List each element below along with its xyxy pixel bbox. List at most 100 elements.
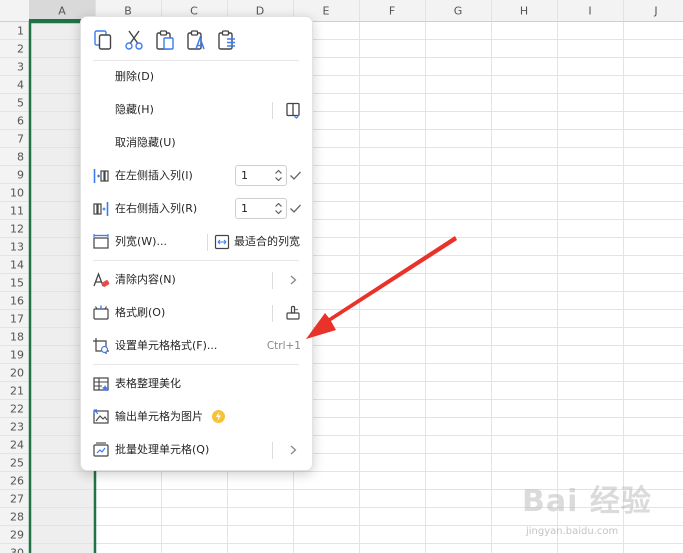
row-header[interactable]: 18 bbox=[10, 331, 24, 344]
export-image-label: 输出单元格为图片 bbox=[115, 410, 203, 423]
row-header[interactable]: 10 bbox=[10, 187, 24, 200]
menu-separator bbox=[93, 364, 299, 365]
column-header-h[interactable]: H bbox=[520, 5, 528, 18]
row-header[interactable]: 30 bbox=[10, 547, 24, 553]
row-header[interactable]: 14 bbox=[10, 259, 24, 272]
insert-right-count[interactable]: 1 bbox=[241, 199, 248, 218]
row-header[interactable]: 5 bbox=[17, 97, 24, 110]
autofit-width-label: 最适合的列宽 bbox=[234, 235, 300, 248]
column-width-menu-item[interactable]: 列宽(W)... 最适合的列宽 bbox=[81, 227, 314, 257]
batch-process-label: 批量处理单元格(Q) bbox=[115, 443, 210, 456]
menu-divider bbox=[272, 272, 273, 289]
format-painter-label: 格式刷(O) bbox=[115, 306, 166, 319]
format-cells-icon bbox=[92, 337, 110, 355]
row-header[interactable]: 29 bbox=[10, 529, 24, 542]
clear-content-menu-item[interactable]: 清除内容(N) bbox=[81, 265, 314, 295]
row-header[interactable]: 16 bbox=[10, 295, 24, 308]
insert-left-label: 在左侧插入列(I) bbox=[115, 169, 193, 182]
row-header[interactable]: 1 bbox=[17, 25, 24, 38]
format-cells-menu-item[interactable]: 设置单元格格式(F)... Ctrl+1 bbox=[81, 331, 314, 361]
context-menu: 删除(D) 隐藏(H) 取消隐藏(U) 在左侧插入列(I) 1 在右侧插入列(R… bbox=[80, 16, 313, 471]
row-header[interactable]: 25 bbox=[10, 457, 24, 470]
lightning-badge-icon bbox=[212, 410, 225, 423]
baidu-jingyan-watermark: Bai 经验 jingyan.baidu.com bbox=[522, 470, 672, 550]
insert-right-label: 在右侧插入列(R) bbox=[115, 202, 198, 215]
insert-left-count-stepper[interactable]: 1 bbox=[235, 165, 287, 186]
row-header[interactable]: 27 bbox=[10, 493, 24, 506]
export-image-menu-item[interactable]: 输出单元格为图片 bbox=[81, 402, 314, 432]
table-beautify-menu-item[interactable]: 表格整理美化 bbox=[81, 369, 314, 399]
unhide-menu-item[interactable]: 取消隐藏(U) bbox=[81, 128, 314, 158]
menu-divider bbox=[207, 234, 208, 251]
row-header[interactable]: 8 bbox=[17, 151, 24, 164]
row-header[interactable]: 23 bbox=[10, 421, 24, 434]
freeze-icon[interactable] bbox=[284, 101, 302, 119]
paste-text-icon[interactable] bbox=[185, 29, 207, 51]
clear-content-icon bbox=[92, 271, 110, 289]
row-header[interactable]: 13 bbox=[10, 241, 24, 254]
menu-separator bbox=[93, 60, 299, 61]
copy-icon[interactable] bbox=[92, 29, 114, 51]
confirm-check-icon[interactable] bbox=[289, 169, 302, 182]
format-cells-label: 设置单元格格式(F)... bbox=[115, 339, 218, 352]
format-painter-menu-item[interactable]: 格式刷(O) bbox=[81, 298, 314, 328]
spin-arrows-icon[interactable] bbox=[274, 201, 283, 216]
insert-right-count-stepper[interactable]: 1 bbox=[235, 198, 287, 219]
autofit-column-width-button[interactable]: 最适合的列宽 bbox=[207, 227, 307, 257]
confirm-check-icon[interactable] bbox=[289, 202, 302, 215]
unhide-label: 取消隐藏(U) bbox=[115, 136, 176, 149]
row-header[interactable]: 26 bbox=[10, 475, 24, 488]
table-beautify-label: 表格整理美化 bbox=[115, 377, 181, 390]
insert-column-right-icon bbox=[92, 200, 110, 218]
batch-process-menu-item[interactable]: 批量处理单元格(Q) bbox=[81, 435, 314, 465]
column-header-a[interactable]: A bbox=[58, 5, 66, 18]
menu-divider bbox=[272, 305, 273, 322]
row-header[interactable]: 22 bbox=[10, 403, 24, 416]
hide-label: 隐藏(H) bbox=[115, 103, 154, 116]
menu-divider bbox=[272, 442, 273, 459]
row-header[interactable]: 12 bbox=[10, 223, 24, 236]
row-header[interactable]: 19 bbox=[10, 349, 24, 362]
row-header[interactable]: 2 bbox=[17, 43, 24, 56]
row-header[interactable]: 15 bbox=[10, 277, 24, 290]
insert-column-left-icon bbox=[92, 167, 110, 185]
autofit-width-icon bbox=[213, 233, 231, 251]
cut-icon[interactable] bbox=[123, 29, 145, 51]
format-painter-icon bbox=[92, 304, 110, 322]
row-header[interactable]: 17 bbox=[10, 313, 24, 326]
table-beautify-icon bbox=[92, 375, 110, 393]
insert-right-menu-item[interactable]: 在右侧插入列(R) 1 bbox=[81, 194, 314, 224]
row-header[interactable]: 4 bbox=[17, 79, 24, 92]
column-header-e[interactable]: E bbox=[323, 5, 330, 18]
menu-divider bbox=[272, 102, 273, 119]
insert-left-menu-item[interactable]: 在左侧插入列(I) 1 bbox=[81, 161, 314, 191]
column-header-j[interactable]: J bbox=[653, 5, 657, 18]
row-header[interactable]: 21 bbox=[10, 385, 24, 398]
hide-menu-item[interactable]: 隐藏(H) bbox=[81, 95, 314, 125]
spin-arrows-icon[interactable] bbox=[274, 168, 283, 183]
export-image-icon bbox=[92, 408, 110, 426]
row-header[interactable]: 20 bbox=[10, 367, 24, 380]
column-width-icon bbox=[92, 233, 110, 251]
insert-left-count[interactable]: 1 bbox=[241, 166, 248, 185]
row-header[interactable]: 7 bbox=[17, 133, 24, 146]
clear-content-label: 清除内容(N) bbox=[115, 273, 176, 286]
paste-icon[interactable] bbox=[154, 29, 176, 51]
column-header-f[interactable]: F bbox=[389, 5, 395, 18]
row-header[interactable]: 11 bbox=[10, 205, 24, 218]
batch-process-icon bbox=[92, 441, 110, 459]
row-header[interactable]: 6 bbox=[17, 115, 24, 128]
format-painter-pin-icon[interactable] bbox=[284, 304, 302, 322]
row-header[interactable]: 28 bbox=[10, 511, 24, 524]
row-header[interactable]: 3 bbox=[17, 61, 24, 74]
format-cells-shortcut: Ctrl+1 bbox=[266, 340, 301, 352]
column-header-i[interactable]: I bbox=[588, 5, 591, 18]
delete-label: 删除(D) bbox=[115, 70, 155, 83]
delete-menu-item[interactable]: 删除(D) bbox=[81, 62, 314, 92]
row-header[interactable]: 24 bbox=[10, 439, 24, 452]
submenu-chevron-icon bbox=[290, 445, 297, 455]
paste-format-icon[interactable] bbox=[216, 29, 238, 51]
row-header[interactable]: 9 bbox=[17, 169, 24, 182]
column-header-g[interactable]: G bbox=[454, 5, 463, 18]
column-width-label: 列宽(W)... bbox=[115, 235, 167, 248]
